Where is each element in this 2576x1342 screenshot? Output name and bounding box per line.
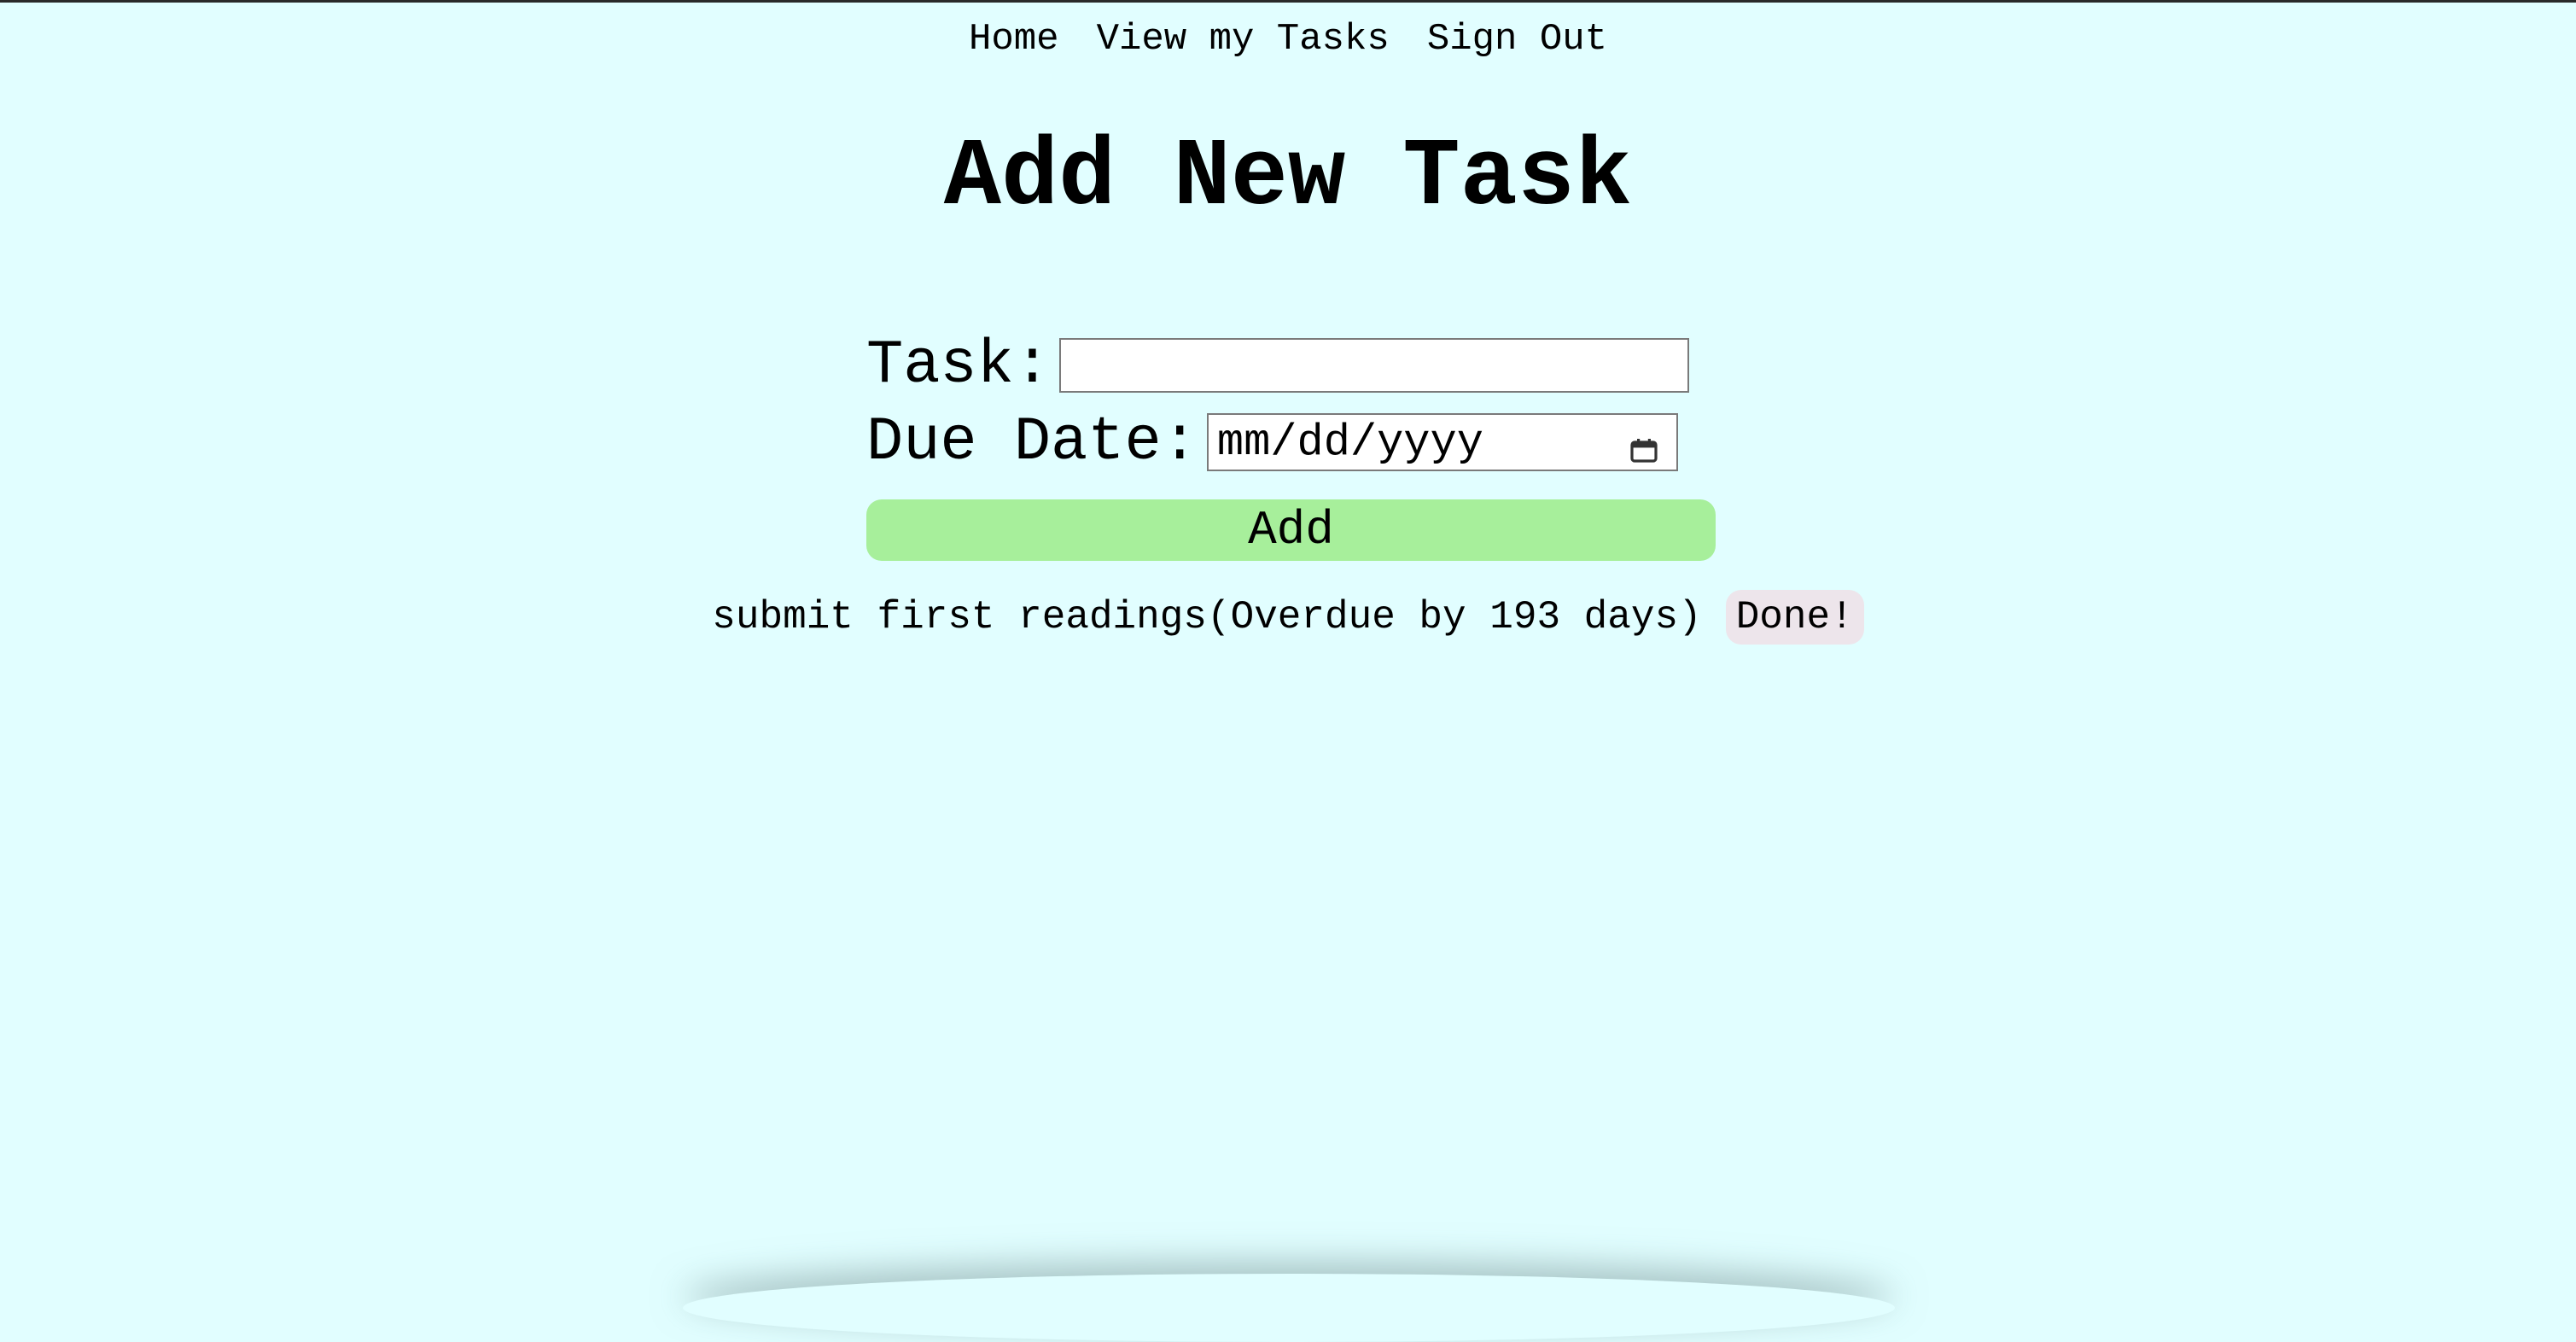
add-button[interactable]: Add	[866, 499, 1716, 561]
task-input[interactable]	[1059, 338, 1690, 393]
list-item: submit first readings (Overdue by 193 da…	[712, 590, 1864, 645]
window-shadow	[683, 1274, 1895, 1342]
page-title: Add New Task	[943, 124, 1633, 232]
done-button[interactable]: Done!	[1725, 590, 1864, 645]
nav-view-tasks-link[interactable]: View my Tasks	[1097, 18, 1390, 61]
due-date-row: Due Date: mm/dd/yyyy	[866, 404, 1716, 481]
nav-sign-out-link[interactable]: Sign Out	[1427, 18, 1607, 61]
task-label: Task:	[866, 330, 1052, 400]
due-date-placeholder: mm/dd/yyyy	[1216, 417, 1483, 468]
add-task-form: Task: Due Date: mm/dd/yyyy Add	[866, 327, 1716, 561]
task-name: submit first readings	[712, 595, 1207, 639]
task-overdue-status: (Overdue by 193 days)	[1206, 595, 1702, 639]
due-date-input[interactable]: mm/dd/yyyy	[1206, 413, 1678, 471]
nav-home-link[interactable]: Home	[969, 18, 1059, 61]
task-list: submit first readings (Overdue by 193 da…	[0, 590, 2576, 645]
calendar-icon[interactable]	[1630, 439, 1658, 463]
task-row: Task:	[866, 327, 1716, 404]
due-date-label: Due Date:	[866, 407, 1198, 477]
top-nav: Home View my Tasks Sign Out	[0, 18, 2576, 61]
